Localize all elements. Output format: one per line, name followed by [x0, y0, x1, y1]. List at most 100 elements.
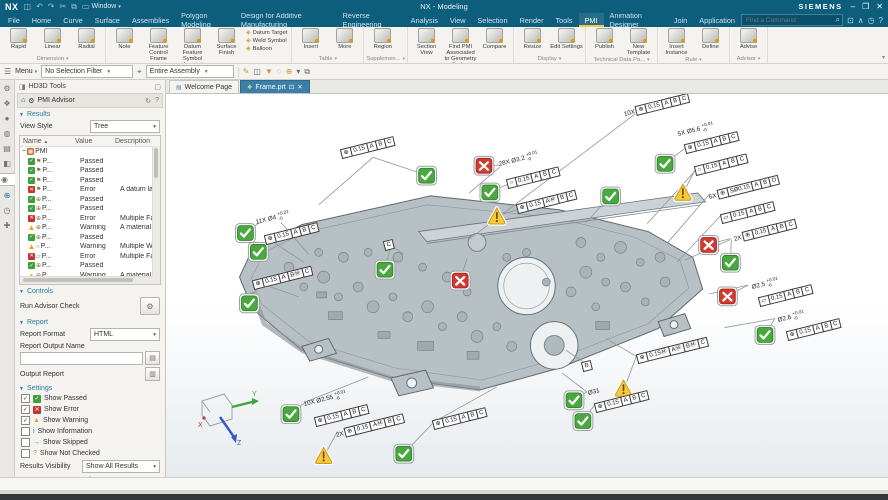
history-icon[interactable]: ◷ [1, 205, 13, 216]
add-tool-icon[interactable]: ⊕ [286, 67, 293, 76]
tree-row[interactable]: ✓⊕P...Passed [20, 261, 160, 271]
find-command-box[interactable]: ⌕ [741, 14, 843, 26]
redo-icon[interactable]: ↷ [48, 2, 55, 12]
pmi-badge-check[interactable] [564, 391, 584, 410]
refresh-icon[interactable]: ↻ [145, 97, 151, 105]
report-format-dropdown[interactable]: HTML▾ [90, 328, 160, 341]
web-browser-icon[interactable]: ⊕ [1, 190, 13, 201]
pmi-badge-check[interactable] [417, 166, 437, 185]
pmi-badge-warning[interactable] [489, 208, 505, 224]
report-section-header[interactable]: ▼Report [15, 316, 165, 327]
controls-section-header[interactable]: ▼Controls [15, 285, 165, 296]
tree-row[interactable]: ✓⚑P...Passed [20, 157, 160, 167]
ribbon-button-datum-target[interactable]: ◈Datum Target [246, 29, 287, 36]
menu-tab-analysis[interactable]: Analysis [405, 13, 444, 27]
view-style-dropdown[interactable]: Tree▾ [90, 120, 160, 133]
results-visibility-dropdown[interactable]: Show All Results▾ [82, 460, 160, 473]
search-icon[interactable]: ⌕ [836, 15, 840, 25]
tree-row[interactable]: ✕⊕P...ErrorMultiple Fail... [20, 214, 160, 224]
gear-icon[interactable]: ⚙ [28, 97, 34, 105]
checkbox-show-warning[interactable]: ✓ [21, 416, 30, 425]
checkbox-show-skipped[interactable] [21, 438, 30, 447]
close-button[interactable]: ✕ [876, 2, 883, 11]
setting-show-skipped[interactable]: →Show Skipped [15, 437, 165, 448]
tree-row[interactable]: ✓⚑P...Passed [20, 166, 160, 176]
checkbox-show-passed[interactable]: ✓ [21, 394, 30, 403]
ribbon-button-weld-symbol[interactable]: ◈Weld Symbol [246, 37, 287, 44]
advisor-help-icon[interactable]: ? [155, 97, 159, 105]
tree-row[interactable]: ▲⊕P...WarningA material m... [20, 223, 160, 233]
select-scope-icon[interactable]: ⌖ [137, 67, 142, 77]
tree-row[interactable]: ▲○P...WarningMultiple Wa... [20, 242, 160, 252]
ribbon-button-new-template[interactable]: New Template [622, 28, 655, 56]
tree-row[interactable]: ✓⊕P...Passed [20, 204, 160, 214]
menu-tab-file[interactable]: File [2, 13, 26, 27]
restore-button[interactable]: ❐ [862, 2, 869, 11]
menu-tab-surface[interactable]: Surface [89, 13, 126, 27]
settings-section-header[interactable]: ▼Settings [15, 382, 165, 393]
pmi-badge-error[interactable] [450, 271, 470, 290]
pmi-badge-check[interactable] [236, 224, 256, 243]
graphics-canvas[interactable]: Y Z X ⊕0.15ABC28X Ø3.2+0.01-0○0.15ABC⊕0.… [166, 94, 888, 477]
output-report-button[interactable]: ▥ [145, 367, 160, 381]
results-section-header[interactable]: ▼Results [15, 108, 165, 119]
browse-folder-icon[interactable]: ▤ [145, 351, 160, 365]
setting-show-not-checked[interactable]: ?Show Not Checked [15, 448, 165, 459]
menu-tab-render[interactable]: Render [514, 13, 550, 27]
pmi-badge-check[interactable] [655, 154, 675, 173]
pmi-badge-check[interactable] [573, 412, 593, 431]
help-icon[interactable]: ? [879, 16, 883, 25]
ribbon-button-resize[interactable]: Resize [516, 28, 549, 50]
tree-row[interactable]: ✕▱P...ErrorMultiple Fail... [20, 252, 160, 262]
setting-show-warning[interactable]: ✓▲Show Warning [15, 415, 165, 426]
copy-icon[interactable]: ⧉ [71, 2, 77, 12]
menu-tab-curve[interactable]: Curve [57, 13, 88, 27]
orbit-tool-icon[interactable]: ◌ [277, 67, 282, 76]
ribbon-button-region[interactable]: Region [366, 28, 399, 50]
highlight-tool-icon[interactable]: ✎ [243, 67, 250, 76]
tree-row[interactable]: ✓⊕P...Passed [20, 195, 160, 205]
ribbon-button-define[interactable]: Define [694, 28, 727, 50]
run-advisor-check-button[interactable]: ⚙ [140, 297, 160, 315]
ribbon-overflow-button[interactable]: ▾ [879, 54, 888, 63]
pmi-badge-error[interactable] [718, 287, 738, 306]
part-navigator-icon[interactable]: ◍ [1, 128, 13, 139]
ribbon-button-advise[interactable]: Advise [732, 28, 765, 50]
fullscreen-icon[interactable]: ⊡ [847, 16, 854, 25]
menu-tab-selection[interactable]: Selection [472, 13, 514, 27]
doc-tab-welcome-page[interactable]: ▤Welcome Page [169, 80, 239, 93]
setting-show-information[interactable]: iShow Information [15, 426, 165, 437]
setting-show-passed[interactable]: ✓✓Show Passed [15, 393, 165, 404]
ribbon-button-radial[interactable]: Radial [70, 28, 103, 50]
pmi-badge-check[interactable] [720, 253, 740, 272]
ribbon-button-balloon[interactable]: ◈Balloon [246, 45, 287, 52]
pmi-badge-error[interactable] [699, 236, 719, 255]
doc-tab-frame-prt[interactable]: ❖Frame.prt⊡✕ [240, 80, 310, 93]
tree-header[interactable]: Name ▲ Value Description [20, 136, 160, 147]
menu-tab-assemblies[interactable]: Assemblies [126, 13, 175, 27]
filter-tool-icon[interactable]: ▼ [265, 67, 273, 76]
tree-horizontal-scrollbar[interactable] [20, 276, 160, 284]
snap-tool-icon[interactable]: ◫ [253, 67, 261, 76]
tab-close-icon[interactable]: ✕ [297, 83, 302, 91]
pmi-badge-check[interactable] [240, 294, 260, 313]
tree-vertical-scrollbar[interactable] [152, 146, 160, 277]
ribbon-button-surface-finish[interactable]: Surface Finish [210, 28, 243, 56]
save-icon[interactable]: ◫ [24, 2, 32, 12]
pmi-badge-check[interactable] [281, 405, 301, 424]
menu-tab-polygon-modeling[interactable]: Polygon Modeling [175, 13, 235, 27]
report-output-name-input[interactable] [20, 352, 143, 365]
checkbox-show-error[interactable]: ✓ [21, 405, 30, 414]
scope-dropdown[interactable]: Entire Assembly▾ [146, 65, 234, 78]
more-tools-icon[interactable]: ▾ [296, 67, 300, 76]
tab-pin-icon[interactable]: ⊡ [289, 83, 294, 91]
minimize-ribbon-icon[interactable]: ∧ [858, 16, 864, 25]
window-menu[interactable]: ▭ Window▾ [82, 2, 121, 12]
checkbox-show-information[interactable] [21, 427, 30, 436]
ribbon-button-publish[interactable]: Publish [588, 28, 621, 50]
system-tools-icon[interactable]: ✚ [1, 220, 13, 231]
selection-filter-dropdown[interactable]: No Selection Filter▾ [41, 65, 133, 78]
cut-icon[interactable]: ✂ [59, 2, 66, 12]
menu-tab-home[interactable]: Home [26, 13, 57, 27]
ribbon-button-more[interactable]: More [328, 28, 361, 50]
